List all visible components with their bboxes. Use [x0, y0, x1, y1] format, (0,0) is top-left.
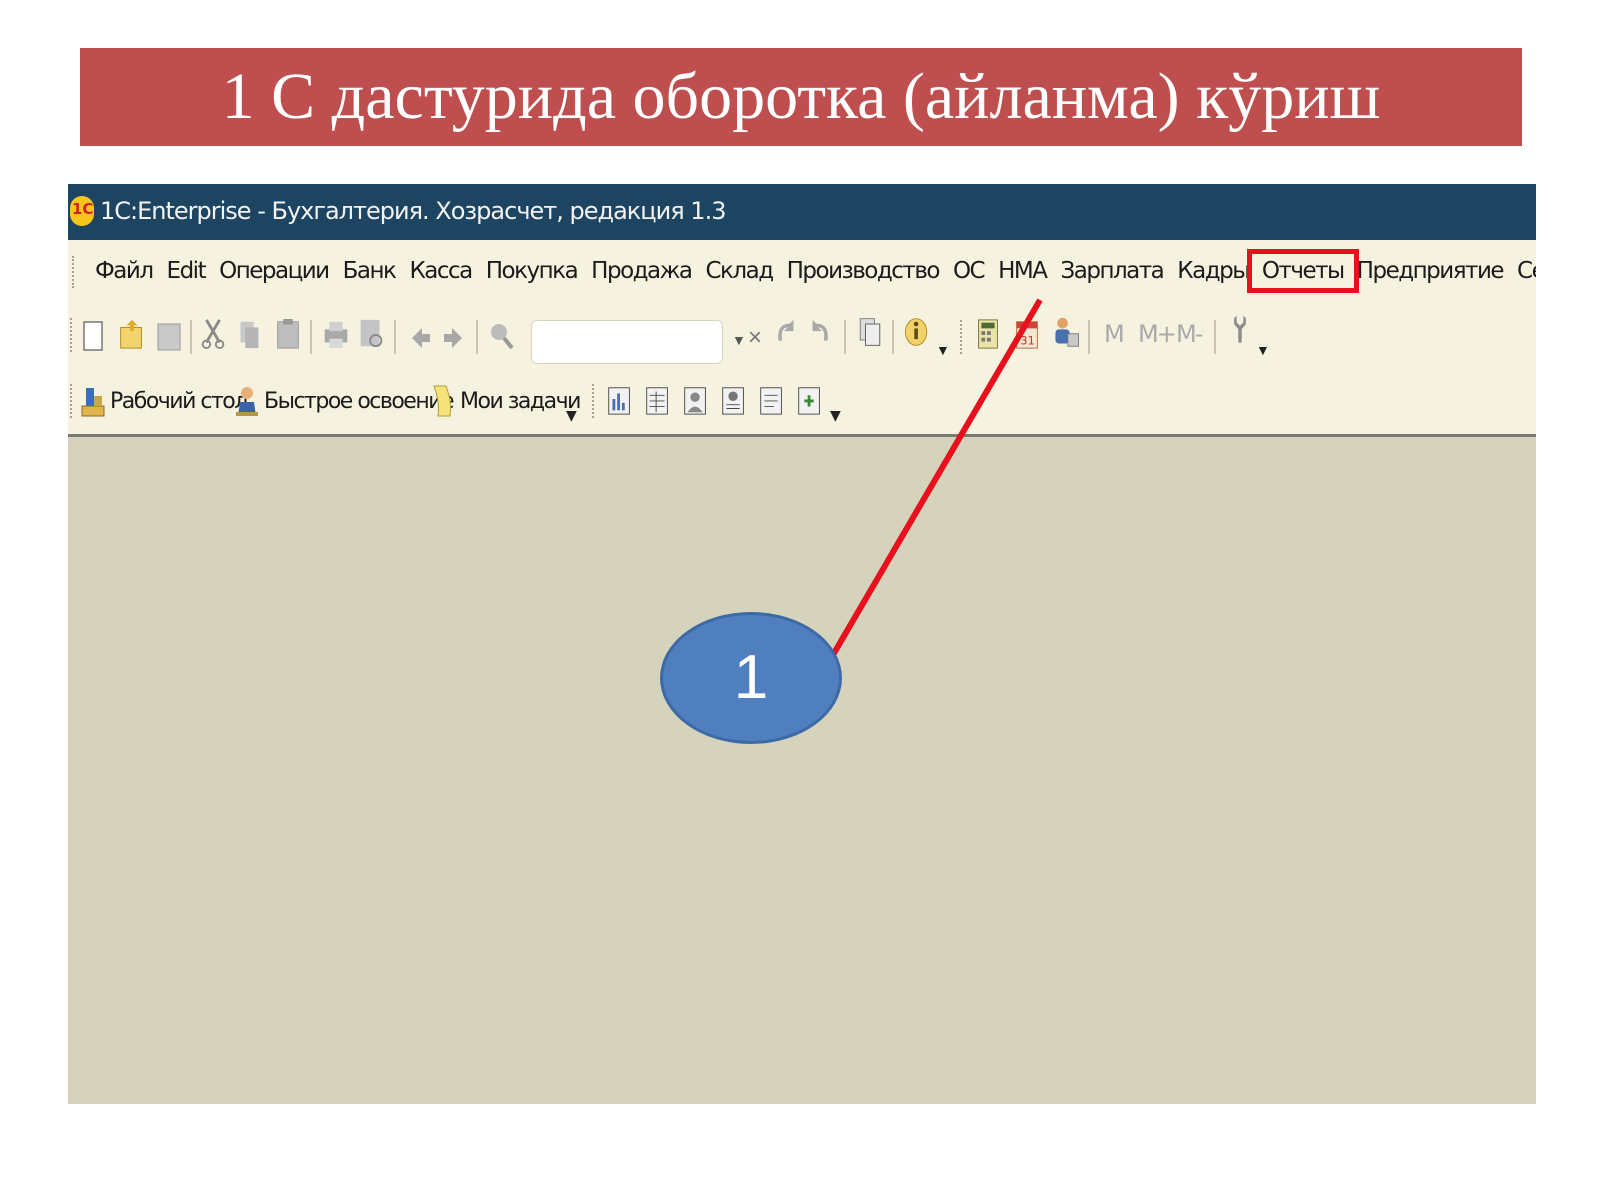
quick-start-button[interactable]: Быстрое освоение	[234, 368, 455, 434]
my-tasks-button[interactable]: Мои задачи	[430, 368, 581, 434]
memory-button[interactable]: M	[1104, 320, 1125, 348]
menu-item-12[interactable]: Кадры	[1170, 258, 1256, 284]
report-chart-icon[interactable]	[606, 384, 634, 416]
panel-toolbar: Рабочий стол Быстрое освоение Мои задачи…	[68, 368, 1536, 437]
toolbar-separator	[844, 320, 846, 354]
search-input[interactable]	[531, 320, 723, 364]
menu-item-7[interactable]: Склад	[698, 258, 779, 284]
menu-item-3[interactable]: Банк	[336, 258, 403, 284]
forward-arrow-icon[interactable]	[442, 322, 466, 354]
toolbar-separator	[1214, 320, 1216, 354]
users-icon[interactable]	[1052, 316, 1082, 348]
tasks-dropdown-icon[interactable]: ▼	[566, 408, 577, 424]
svg-text:31: 31	[1020, 334, 1034, 347]
search-dropdown-icon[interactable]: ▼	[732, 332, 746, 348]
save-icon[interactable]	[156, 320, 182, 352]
slide-title: 1 С дастурида оборотка (айланма) кўриш	[80, 48, 1522, 146]
app-logo-icon: 1С	[70, 196, 94, 226]
toolbar-separator	[190, 320, 192, 354]
toolbar-grip	[960, 320, 964, 354]
menu-bar: Файл Edit Операции Банк Касса Покупка Продажа С…	[68, 240, 1536, 302]
my-tasks-label: Мои задачи	[460, 388, 581, 414]
desktop-icon	[81, 388, 105, 417]
desktop-button[interactable]: Рабочий стол	[80, 368, 248, 434]
workspace-area	[68, 437, 1536, 1104]
report-table-icon[interactable]	[644, 384, 672, 416]
menu-item-9[interactable]: ОС	[946, 258, 991, 284]
menu-grip	[72, 256, 76, 288]
toolbar-grip	[70, 318, 74, 352]
menu-item-8[interactable]: Производство	[780, 258, 946, 284]
toolbar-separator	[476, 320, 478, 354]
toolbar-separator	[1088, 320, 1090, 354]
print-icon[interactable]	[322, 318, 350, 350]
toolbar-separator	[310, 320, 312, 354]
open-folder-icon[interactable]	[118, 318, 146, 350]
menu-item-5[interactable]: Покупка	[479, 258, 584, 284]
copy-icon[interactable]	[236, 318, 262, 350]
toolbar-separator	[394, 320, 396, 354]
new-document-icon[interactable]	[82, 320, 104, 352]
menu-item-11[interactable]: Зарплата	[1054, 258, 1171, 284]
memory-add-button[interactable]: M+	[1138, 320, 1177, 348]
window-titlebar: 1С 1С:Enterprise - Бухгалтерия. Хозрасче…	[68, 184, 1536, 240]
toolbar-grip	[70, 384, 74, 418]
menu-item-14[interactable]: Предприятие	[1350, 258, 1510, 284]
find-next-icon[interactable]	[772, 318, 798, 350]
paste-icon[interactable]	[274, 318, 302, 350]
quick-start-icon	[236, 387, 258, 416]
info-icon[interactable]	[902, 316, 932, 348]
menu-item-0[interactable]: Файл	[88, 258, 160, 284]
settings-wrench-icon[interactable]	[1228, 314, 1252, 346]
menu-item-15[interactable]: Сервис	[1510, 258, 1536, 284]
window-title: 1С:Enterprise - Бухгалтерия. Хозрасчет, …	[100, 197, 726, 225]
clear-search-icon[interactable]: ×	[748, 324, 762, 352]
desktop-label: Рабочий стол	[110, 388, 248, 414]
report-document-icon[interactable]	[758, 384, 786, 416]
report-person-icon[interactable]	[682, 384, 710, 416]
toolbar-grip	[592, 384, 596, 418]
standard-toolbar: ▼ × ▼ 31 M M+ M- ▼	[68, 302, 1536, 368]
callout-bubble: 1	[660, 612, 842, 744]
menu-item-1[interactable]: Edit	[160, 258, 213, 284]
back-arrow-icon[interactable]	[408, 322, 432, 354]
toolbar-separator	[892, 320, 894, 354]
reports-dropdown-icon[interactable]: ▼	[830, 408, 841, 424]
report-staff-icon[interactable]	[720, 384, 748, 416]
settings-dropdown-icon[interactable]: ▼	[1256, 342, 1270, 358]
app-logo-text: 1С	[72, 200, 94, 218]
search-icon[interactable]	[488, 320, 514, 352]
menu-item-13[interactable]: Отчеты	[1246, 249, 1359, 293]
info-dropdown-icon[interactable]: ▼	[936, 342, 950, 358]
menu-item-4[interactable]: Касса	[402, 258, 478, 284]
menu-item-2[interactable]: Операции	[212, 258, 336, 284]
report-export-icon[interactable]	[796, 384, 824, 416]
tasks-note-icon	[433, 385, 451, 417]
print-preview-icon[interactable]	[358, 318, 386, 350]
menu-item-6[interactable]: Продажа	[584, 258, 698, 284]
quick-start-label: Быстрое освоение	[264, 388, 455, 414]
memory-subtract-button[interactable]: M-	[1176, 320, 1203, 348]
calendar-icon[interactable]: 31	[1014, 318, 1040, 350]
calculator-icon[interactable]	[976, 318, 1000, 350]
copy-document-icon[interactable]	[856, 316, 884, 348]
find-previous-icon[interactable]	[808, 318, 834, 350]
cut-icon[interactable]	[200, 318, 226, 350]
menu-item-10[interactable]: НМА	[991, 258, 1053, 284]
